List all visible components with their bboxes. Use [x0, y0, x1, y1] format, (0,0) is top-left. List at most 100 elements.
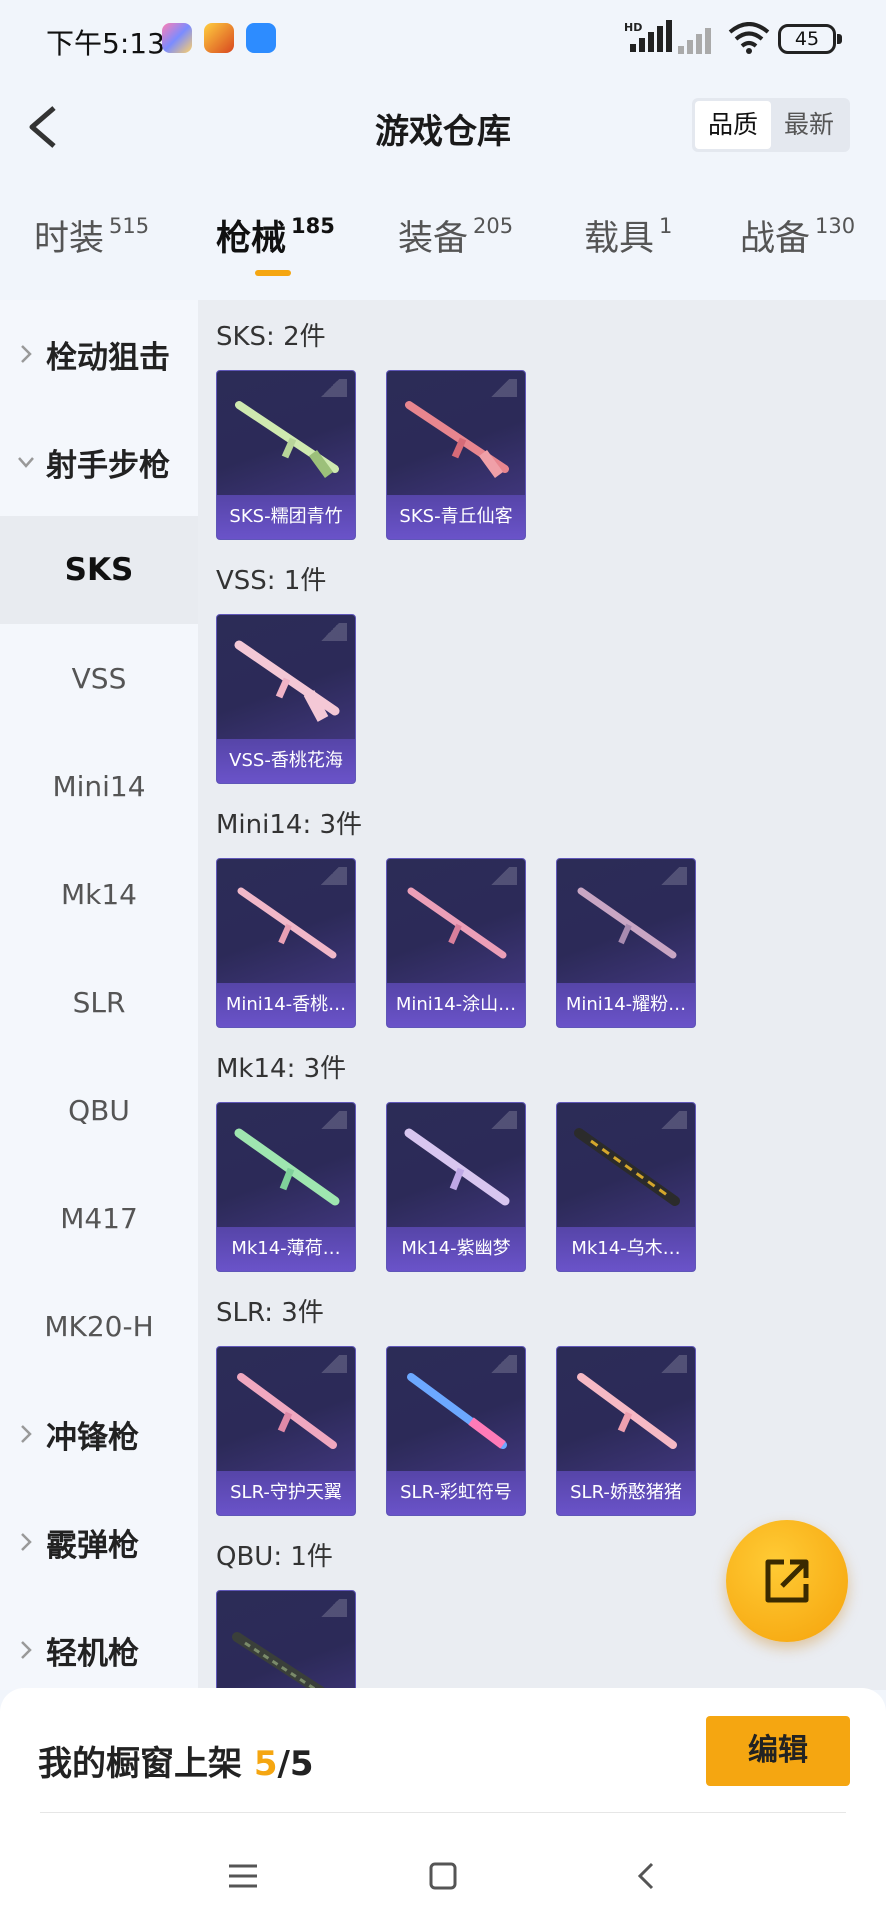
showcase-total-count: /5	[277, 1744, 314, 1784]
sidebar-item-shotgun[interactable]: 霰弹枪	[0, 1488, 198, 1596]
weapon-card[interactable]: SLR-娇憨猪猪	[556, 1346, 696, 1516]
weapon-card-label: SKS-青丘仙客	[387, 495, 525, 539]
tab-equipment[interactable]: 装备 205	[398, 210, 513, 261]
tab-count: 1	[659, 214, 673, 238]
weapon-card-label: SLR-彩虹符号	[387, 1471, 525, 1515]
active-tab-indicator	[255, 270, 291, 276]
showcase-label: 我的橱窗上架	[38, 1744, 254, 1784]
weapon-card[interactable]: SLR-彩虹符号	[386, 1346, 526, 1516]
weapon-card[interactable]: VSS-香桃花海	[216, 614, 356, 784]
showcase-current-count: 5	[253, 1744, 278, 1784]
share-icon	[765, 1559, 809, 1603]
weapon-card-label: Mk14-乌木…	[557, 1227, 695, 1271]
chevron-down-icon	[18, 457, 34, 468]
group-title-qbu: QBU: 1件	[216, 1542, 333, 1572]
tab-label: 装备	[398, 219, 469, 259]
share-button[interactable]	[726, 1520, 848, 1642]
home-nav-icon[interactable]	[423, 1856, 463, 1896]
sidebar-item-label: 轻机枪	[46, 1635, 139, 1672]
group-title-vss: VSS: 1件	[216, 566, 327, 596]
tab-vehicles[interactable]: 载具 1	[584, 210, 672, 261]
weapon-card[interactable]: SKS-青丘仙客	[386, 370, 526, 540]
group-title-sks: SKS: 2件	[216, 322, 326, 352]
weapon-card[interactable]: Mini14-香桃…	[216, 858, 356, 1028]
chat-app-icon	[246, 23, 276, 53]
sidebar-item-mini14[interactable]: Mini14	[0, 732, 198, 840]
showcase-status: 我的橱窗上架 5/5	[38, 1736, 314, 1785]
weapon-card[interactable]: SKS-糯团青竹	[216, 370, 356, 540]
tab-label: 载具	[584, 219, 655, 259]
chevron-right-icon	[21, 1641, 32, 1659]
sidebar-item-m417[interactable]: M417	[0, 1164, 198, 1272]
sidebar-item-smg[interactable]: 冲锋枪	[0, 1380, 198, 1488]
rifle-skin-icon	[237, 1373, 337, 1449]
sort-by-quality[interactable]: 品质	[695, 101, 771, 149]
game-app-icon	[204, 23, 234, 53]
tab-count: 130	[815, 214, 856, 238]
weapon-card[interactable]: Mini14-耀粉…	[556, 858, 696, 1028]
weapon-grid: SKS: 2件 SKS-糯团青竹 SKS-青丘仙客 VSS: 1件 VSS-香桃…	[198, 300, 886, 1690]
tab-label: 枪械	[216, 219, 287, 259]
rifle-skin-icon	[235, 401, 339, 478]
rifle-skin-icon	[232, 1632, 329, 1690]
weapon-card[interactable]: Mk14-薄荷…	[216, 1102, 356, 1272]
sidebar-item-sks[interactable]: SKS	[0, 516, 198, 624]
tab-label: 时装	[34, 219, 105, 259]
tab-fashion[interactable]: 时装 515	[34, 210, 149, 261]
rifle-skin-icon	[407, 1373, 507, 1449]
showcase-panel: 我的橱窗上架 5/5 编辑	[0, 1688, 886, 1920]
rifle-skin-icon	[234, 1128, 340, 1206]
tab-count: 515	[109, 214, 150, 238]
menu-nav-icon[interactable]	[223, 1856, 263, 1896]
weapon-card[interactable]: Mk14-乌木…	[556, 1102, 696, 1272]
rifle-skin-icon	[404, 1128, 510, 1206]
rifle-skin-icon	[574, 1128, 680, 1206]
weapon-card-label: Mini14-涂山…	[387, 983, 525, 1027]
rifle-skin-icon	[407, 887, 507, 959]
tab-supplies[interactable]: 战备 130	[740, 210, 855, 261]
tab-count: 205	[473, 214, 514, 238]
weapon-card[interactable]: Mini14-涂山…	[386, 858, 526, 1028]
weapon-card-label: SKS-糯团青竹	[217, 495, 355, 539]
rifle-skin-icon	[237, 887, 337, 959]
rifle-skin-icon	[405, 401, 509, 478]
tab-firearms[interactable]: 枪械 185	[216, 210, 335, 261]
weapon-card-label: Mini14-耀粉…	[557, 983, 695, 1027]
sort-toggle[interactable]: 品质 最新	[692, 98, 850, 152]
cellular-signal-icon: HD	[624, 20, 672, 52]
group-title-mini14: Mini14: 3件	[216, 810, 363, 840]
divider	[40, 1812, 846, 1813]
sidebar-item-qbu[interactable]: QBU	[0, 1056, 198, 1164]
sidebar-item-slr[interactable]: SLR	[0, 948, 198, 1056]
sidebar-item-mk14[interactable]: Mk14	[0, 840, 198, 948]
weapon-card-label: VSS-香桃花海	[217, 739, 355, 783]
chevron-right-icon	[21, 1425, 32, 1443]
rifle-skin-icon	[234, 640, 340, 722]
sort-by-newest[interactable]: 最新	[771, 101, 847, 149]
weapon-card-label: SLR-娇憨猪猪	[557, 1471, 695, 1515]
edit-button[interactable]: 编辑	[706, 1716, 850, 1786]
sidebar-item-mk20h[interactable]: MK20-H	[0, 1272, 198, 1380]
group-title-slr: SLR: 3件	[216, 1298, 324, 1328]
weapon-card[interactable]	[216, 1590, 356, 1690]
weapon-card[interactable]: Mk14-紫幽梦	[386, 1102, 526, 1272]
weapon-card-label: Mk14-紫幽梦	[387, 1227, 525, 1271]
sidebar-item-label: 冲锋枪	[46, 1419, 139, 1456]
hd-label: HD	[624, 21, 642, 34]
chevron-right-icon	[21, 1533, 32, 1551]
wifi-icon	[728, 22, 770, 54]
group-title-mk14: Mk14: 3件	[216, 1054, 347, 1084]
weapon-type-sidebar: 栓动狙击 射手步枪 SKS VSS Mini14 Mk14 SLR QBU M4…	[0, 300, 198, 1690]
sidebar-item-label: 栓动狙击	[46, 339, 170, 376]
weapon-card[interactable]: SLR-守护天翼	[216, 1346, 356, 1516]
sidebar-item-vss[interactable]: VSS	[0, 624, 198, 732]
status-bar: 下午5:13 HD 45	[0, 0, 886, 76]
sidebar-item-marksman-rifle[interactable]: 射手步枪	[0, 408, 198, 516]
sidebar-item-label: 射手步枪	[46, 447, 170, 484]
game-center-app-icon	[162, 23, 192, 53]
sidebar-item-bolt-action-sniper[interactable]: 栓动狙击	[0, 300, 198, 408]
weapon-card-label: Mk14-薄荷…	[217, 1227, 355, 1271]
back-nav-icon[interactable]	[626, 1856, 666, 1896]
battery-indicator: 45	[778, 24, 842, 54]
status-time: 下午5:13	[46, 27, 165, 60]
